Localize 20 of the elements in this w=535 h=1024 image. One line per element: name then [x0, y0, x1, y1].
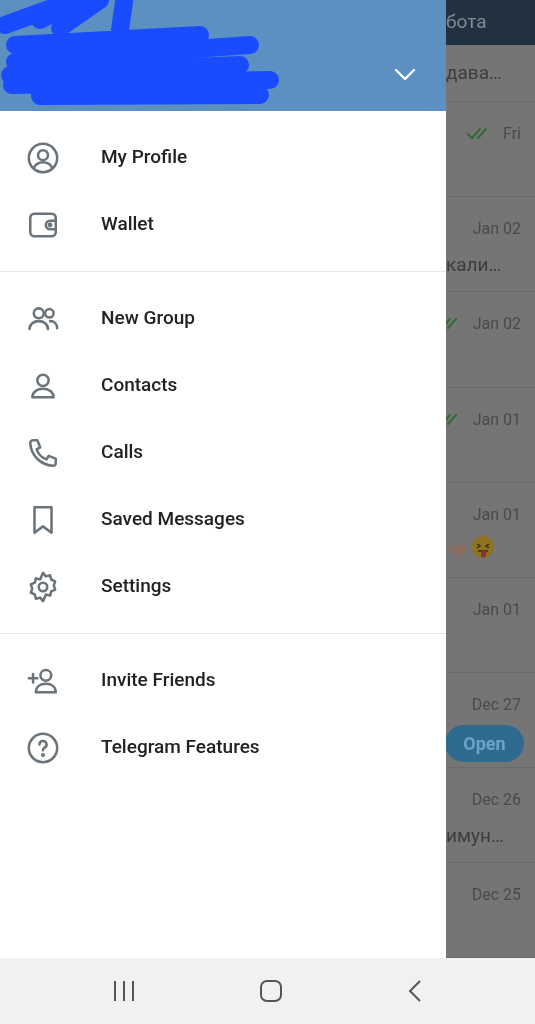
back-icon[interactable]	[407, 979, 424, 1003]
home-icon[interactable]	[259, 979, 284, 1003]
menu-item[interactable]: My Profile	[0, 124, 446, 191]
menu-item[interactable]: Telegram Features	[0, 714, 446, 781]
user-circle-icon	[26, 140, 60, 175]
menu-item[interactable]: Contacts	[0, 352, 446, 419]
message-preview: дава…	[446, 59, 502, 86]
menu-item[interactable]: Saved Messages	[0, 486, 446, 553]
recent-apps-icon[interactable]	[111, 979, 136, 1003]
top-bar-title: бота	[446, 9, 487, 36]
menu-item[interactable]: Invite Friends	[0, 647, 446, 714]
menu-item[interactable]: Wallet	[0, 191, 446, 258]
menu-item[interactable]: New Group	[0, 285, 446, 352]
message-preview: кали…	[446, 252, 503, 279]
chevron-down-icon[interactable]	[394, 68, 416, 81]
emoji-icon	[446, 534, 496, 559]
menu-item[interactable]: Settings	[0, 553, 446, 620]
message-preview: имун…	[446, 822, 505, 849]
question-circle-icon	[26, 730, 60, 765]
menu-item[interactable]: Calls	[0, 419, 446, 486]
